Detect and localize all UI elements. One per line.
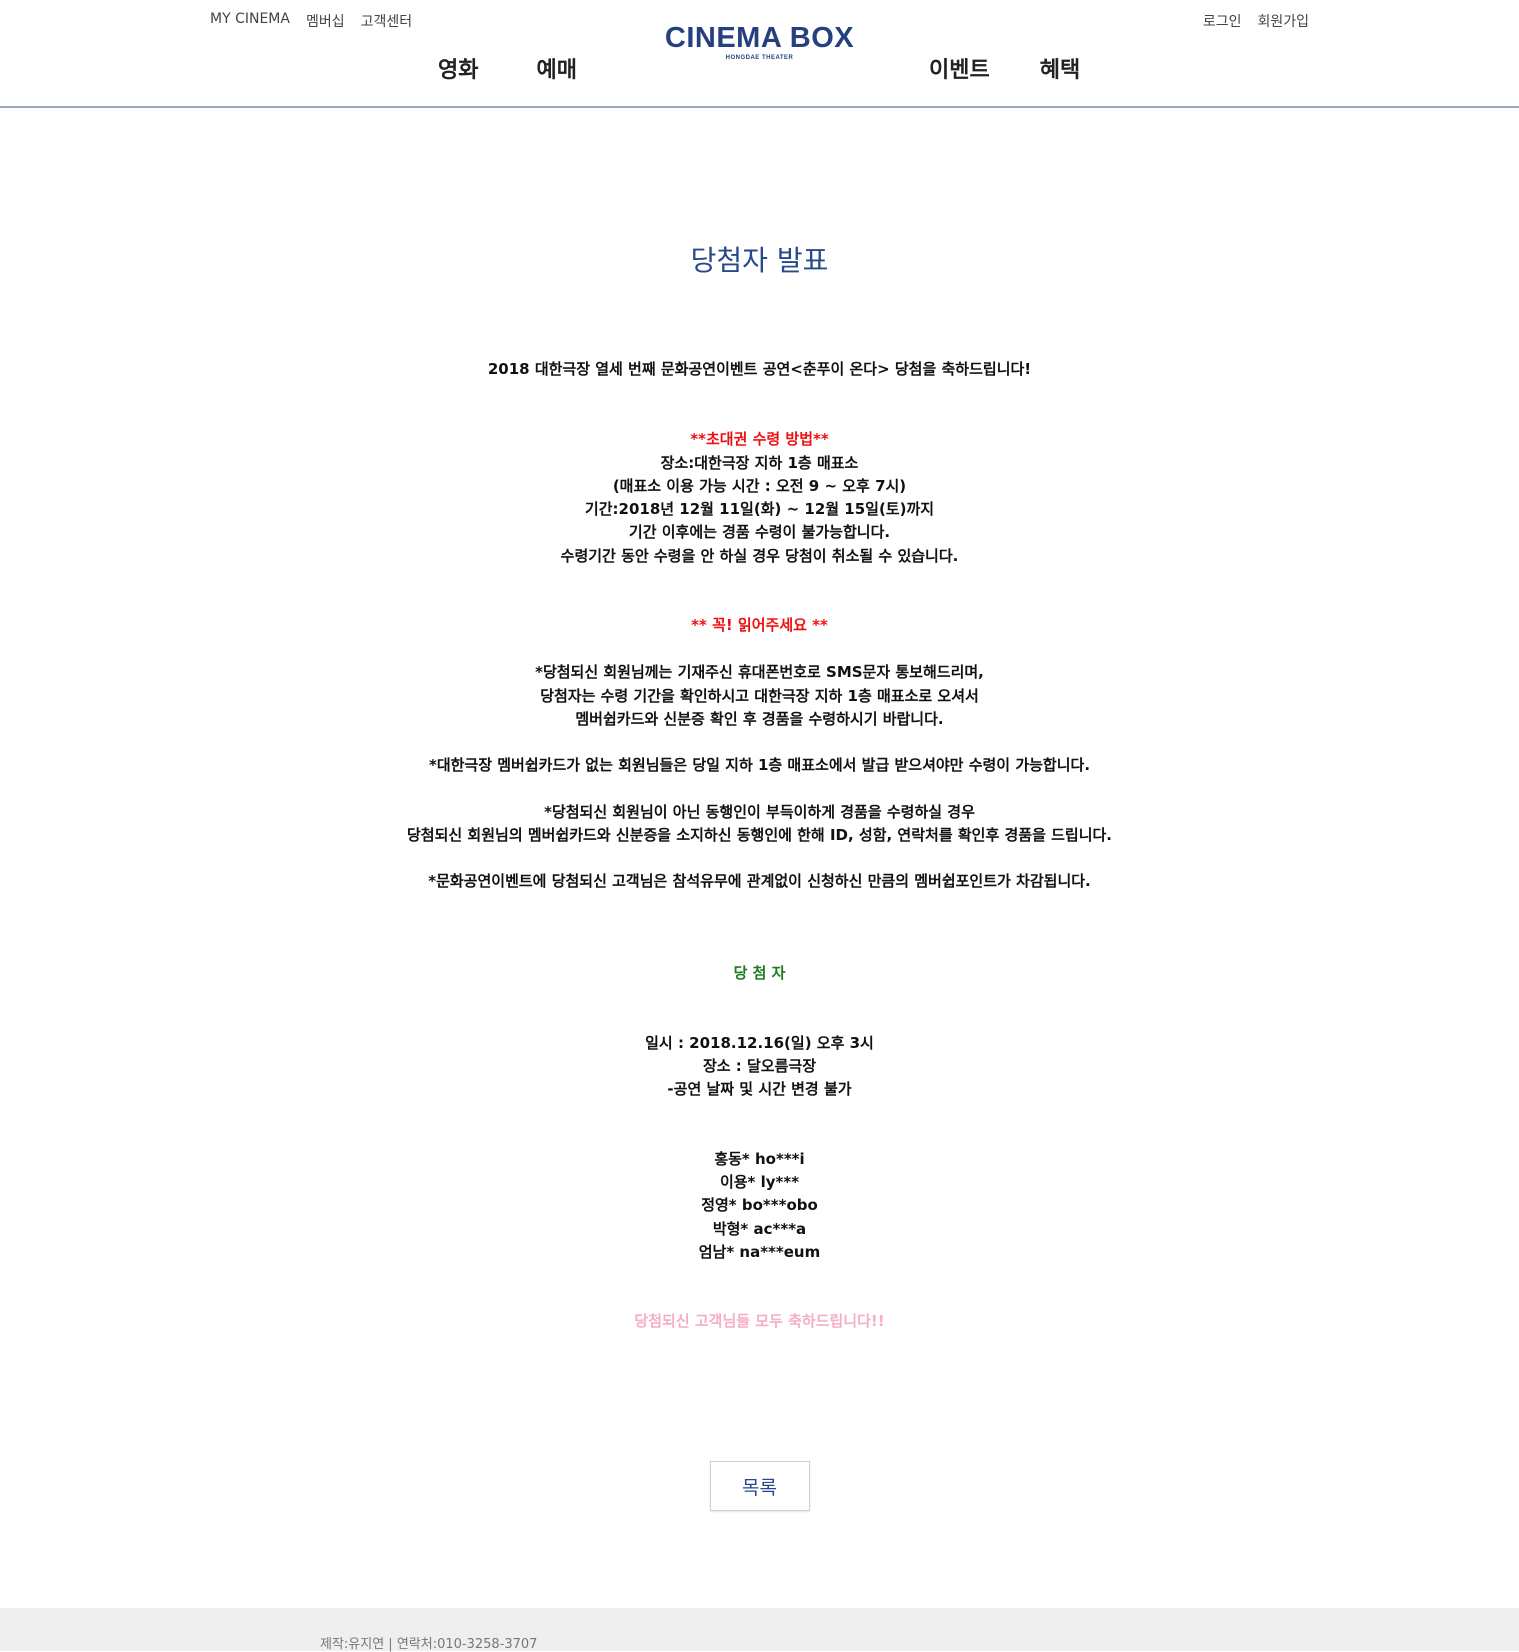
notice-heading: ** 꼭! 읽어주세요 ** [691, 616, 828, 635]
cinema-box-logo[interactable]: CINEMA BOX HONGDAE THEATER [665, 22, 854, 61]
closing-message: 당첨되신 고객님들 모두 축하드립니다!! [634, 1312, 885, 1331]
notice-line: *당첨되신 회원님께는 기재주신 휴대폰번호로 SMS문자 통보해드리며, [535, 663, 984, 682]
list-button[interactable]: 목록 [709, 1461, 810, 1512]
congratulations-text: 2018 대한극장 열세 번째 문화공연이벤트 공연<춘푸이 온다> 당첨을 축… [487, 360, 1032, 378]
top-utility-nav-right: 로그인 회원가입 [1203, 11, 1309, 31]
winner-entry: 홍동* ho***i [714, 1149, 805, 1168]
notice-line: *문화공연이벤트에 당첨되신 고객님은 참석유무에 관계없이 신청하신 만큼의 … [428, 872, 1091, 891]
notice-line: *대한극장 멤버쉽카드가 없는 회원님들은 당일 지하 1층 매표소에서 발급 … [428, 756, 1091, 775]
top-utility-nav-left: MY CINEMA 멤버십 고객센터 [210, 11, 412, 31]
pickup-line: 기간 이후에는 경품 수령이 불가능합니다. [628, 523, 891, 542]
pickup-heading: **초대권 수령 방법** [690, 430, 829, 449]
event-info-line: 일시 : 2018.12.16(일) 오후 3시 [645, 1033, 874, 1052]
membership-link[interactable]: 멤버십 [306, 11, 345, 31]
nav-item-events[interactable]: 이벤트 [929, 52, 990, 84]
pickup-line: (매표소 이용 가능 시간 : 오전 9 ~ 오후 7시) [612, 476, 907, 495]
notice-line: 당첨자는 수령 기간을 확인하시고 대한극장 지하 1층 매표소로 오셔서 [540, 686, 979, 705]
site-header: MY CINEMA 멤버십 고객센터 CINEMA BOX HONGDAE TH… [0, 0, 1519, 108]
notice-line: 당첨되신 회원님의 멤버쉽카드와 신분증을 소지하신 동행인에 한해 ID, 성… [407, 825, 1112, 844]
nav-item-booking[interactable]: 예매 [536, 52, 576, 84]
pickup-line: 수령기간 동안 수령을 안 하실 경우 당첨이 취소될 수 있습니다. [560, 546, 959, 565]
main-nav-left: 영화 예매 [438, 52, 577, 84]
notice-line: *당첨되신 회원님이 아닌 동행인이 부득이하게 경품을 수령하실 경우 [544, 802, 975, 821]
notice-line: 멤버쉽카드와 신분증 확인 후 경품을 수령하시기 바랍니다. [575, 709, 944, 728]
site-footer: 제작:유지연 | 연락처:010-3258-3707 [0, 1608, 1519, 1652]
winner-entry: 정영* bo***obo [701, 1196, 818, 1215]
event-info-line: -공연 날짜 및 시간 변경 불가 [667, 1080, 852, 1099]
event-info-line: 장소 : 달오름극장 [702, 1057, 817, 1076]
my-cinema-link[interactable]: MY CINEMA [210, 11, 290, 31]
page-title: 당첨자 발표 [690, 244, 829, 277]
winner-entry: 엄남* na***eum [698, 1242, 821, 1261]
logo-subtitle: HONGDAE THEATER [725, 55, 794, 61]
winner-entry: 이용* ly*** [719, 1172, 800, 1191]
nav-item-benefits[interactable]: 혜택 [1040, 52, 1080, 84]
main-content: 당첨자 발표 2018 대한극장 열세 번째 문화공연이벤트 공연<춘푸이 온다… [0, 108, 1519, 1512]
login-link[interactable]: 로그인 [1203, 11, 1242, 31]
pickup-line: 기간:2018년 12월 11일(화) ~ 12월 15일(토)까지 [584, 500, 935, 519]
signup-link[interactable]: 회원가입 [1257, 11, 1309, 31]
footer-credits: 제작:유지연 | 연락처:010-3258-3707 [320, 1637, 538, 1652]
customer-center-link[interactable]: 고객센터 [361, 11, 413, 31]
announcement-body: 2018 대한극장 열세 번째 문화공연이벤트 공연<춘푸이 온다> 당첨을 축… [0, 358, 1519, 1333]
winners-heading: 당 첨 자 [733, 964, 786, 983]
main-nav-right: 이벤트 혜택 [929, 52, 1080, 84]
winner-entry: 박형* ac***a [712, 1219, 807, 1238]
logo-wordmark: CINEMA BOX [664, 22, 855, 54]
list-button-container: 목록 [0, 1461, 1519, 1512]
pickup-line: 장소:대한극장 지하 1층 매표소 [660, 453, 859, 472]
nav-item-movies[interactable]: 영화 [438, 52, 478, 84]
